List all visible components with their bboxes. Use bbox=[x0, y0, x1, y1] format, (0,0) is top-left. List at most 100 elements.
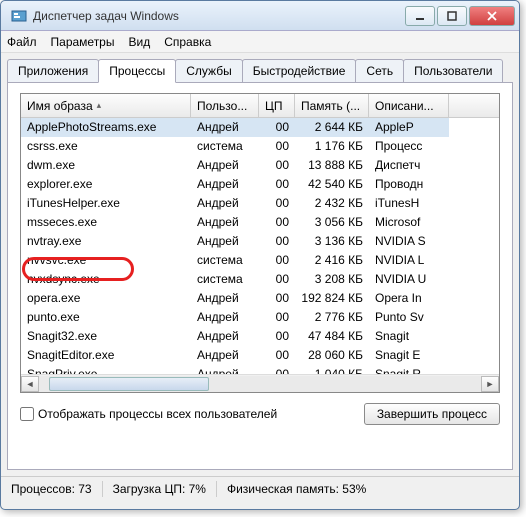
cell: 00 bbox=[259, 289, 295, 308]
window-title: Диспетчер задач Windows bbox=[33, 9, 403, 23]
tab-users[interactable]: Пользователи bbox=[403, 59, 503, 82]
table-row[interactable]: ApplePhotoStreams.exeАндрей002 644 КБApp… bbox=[21, 118, 499, 137]
cell: Андрей bbox=[191, 213, 259, 232]
table-row[interactable]: explorer.exeАндрей0042 540 КБПроводн bbox=[21, 175, 499, 194]
cell: Андрей bbox=[191, 156, 259, 175]
cell: iTunesH bbox=[369, 194, 449, 213]
table-row[interactable]: nvvsvc.exeсистема002 416 КБNVIDIA L bbox=[21, 251, 499, 270]
cell: Андрей bbox=[191, 346, 259, 365]
app-icon bbox=[11, 8, 27, 24]
cell: opera.exe bbox=[21, 289, 191, 308]
tab-performance[interactable]: Быстродействие bbox=[242, 59, 357, 82]
cell: 42 540 КБ bbox=[295, 175, 369, 194]
cell: 00 bbox=[259, 365, 295, 374]
table-row[interactable]: Snagit32.exeАндрей0047 484 КБSnagit bbox=[21, 327, 499, 346]
processes-panel: Имя образа▴ Пользо... ЦП Память (... Опи… bbox=[7, 82, 513, 470]
cell: 1 040 КБ bbox=[295, 365, 369, 374]
window-buttons bbox=[403, 6, 515, 26]
panel-footer: Отображать процессы всех пользователей З… bbox=[20, 403, 500, 425]
process-list: Имя образа▴ Пользо... ЦП Память (... Опи… bbox=[20, 93, 500, 393]
col-user[interactable]: Пользо... bbox=[191, 94, 259, 117]
cell: NVIDIA S bbox=[369, 232, 449, 251]
table-row[interactable]: dwm.exeАндрей0013 888 КБДиспетч bbox=[21, 156, 499, 175]
cell: 00 bbox=[259, 137, 295, 156]
cell: система bbox=[191, 137, 259, 156]
list-header: Имя образа▴ Пользо... ЦП Память (... Опи… bbox=[21, 94, 499, 118]
status-processes: Процессов: 73 bbox=[11, 482, 92, 496]
cell: 2 432 КБ bbox=[295, 194, 369, 213]
menu-file[interactable]: Файл bbox=[7, 35, 37, 49]
cell: 47 484 КБ bbox=[295, 327, 369, 346]
col-memory[interactable]: Память (... bbox=[295, 94, 369, 117]
col-cpu[interactable]: ЦП bbox=[259, 94, 295, 117]
sort-asc-icon: ▴ bbox=[97, 100, 102, 111]
separator bbox=[102, 481, 103, 497]
col-image-name[interactable]: Имя образа▴ bbox=[21, 94, 191, 117]
list-body[interactable]: ApplePhotoStreams.exeАндрей002 644 КБApp… bbox=[21, 118, 499, 374]
tab-processes[interactable]: Процессы bbox=[98, 59, 176, 83]
cell: Андрей bbox=[191, 327, 259, 346]
cell: 1 176 КБ bbox=[295, 137, 369, 156]
cell: Snagit R bbox=[369, 365, 449, 374]
maximize-button[interactable] bbox=[437, 6, 467, 26]
cell: 28 060 КБ bbox=[295, 346, 369, 365]
cell: nvvsvc.exe bbox=[21, 251, 191, 270]
cell: 00 bbox=[259, 213, 295, 232]
cell: Проводн bbox=[369, 175, 449, 194]
tab-network[interactable]: Сеть bbox=[355, 59, 404, 82]
scroll-track[interactable] bbox=[39, 376, 481, 392]
titlebar[interactable]: Диспетчер задач Windows bbox=[1, 1, 519, 31]
status-cpu: Загрузка ЦП: 7% bbox=[113, 482, 206, 496]
menu-help[interactable]: Справка bbox=[164, 35, 211, 49]
tab-strip: Приложения Процессы Службы Быстродействи… bbox=[7, 59, 513, 82]
table-row[interactable]: opera.exeАндрей00192 824 КБOpera In bbox=[21, 289, 499, 308]
cell: ApplePhotoStreams.exe bbox=[21, 118, 191, 137]
cell: Андрей bbox=[191, 194, 259, 213]
cell: Андрей bbox=[191, 365, 259, 374]
table-row[interactable]: SnagitEditor.exeАндрей0028 060 КБSnagit … bbox=[21, 346, 499, 365]
table-row[interactable]: punto.exeАндрей002 776 КБPunto Sv bbox=[21, 308, 499, 327]
cell: 00 bbox=[259, 118, 295, 137]
cell: Диспетч bbox=[369, 156, 449, 175]
cell: NVIDIA U bbox=[369, 270, 449, 289]
cell: Процесс bbox=[369, 137, 449, 156]
col-description[interactable]: Описани... bbox=[369, 94, 449, 117]
cell: AppleP bbox=[369, 118, 449, 137]
minimize-button[interactable] bbox=[405, 6, 435, 26]
horizontal-scrollbar[interactable]: ◄ ► bbox=[21, 374, 499, 392]
separator bbox=[216, 481, 217, 497]
menu-view[interactable]: Вид bbox=[128, 35, 150, 49]
cell: Андрей bbox=[191, 308, 259, 327]
table-row[interactable]: iTunesHelper.exeАндрей002 432 КБiTunesH bbox=[21, 194, 499, 213]
cell: 192 824 КБ bbox=[295, 289, 369, 308]
cell: nvtray.exe bbox=[21, 232, 191, 251]
scroll-right-icon[interactable]: ► bbox=[481, 376, 499, 392]
cell: Андрей bbox=[191, 175, 259, 194]
cell: 00 bbox=[259, 270, 295, 289]
cell: 00 bbox=[259, 156, 295, 175]
cell: punto.exe bbox=[21, 308, 191, 327]
cell: 2 776 КБ bbox=[295, 308, 369, 327]
end-process-button[interactable]: Завершить процесс bbox=[364, 403, 500, 425]
scroll-left-icon[interactable]: ◄ bbox=[21, 376, 39, 392]
show-all-users-checkbox[interactable]: Отображать процессы всех пользователей bbox=[20, 407, 277, 421]
show-all-users-input[interactable] bbox=[20, 407, 34, 421]
table-row[interactable]: SnagPriv.exeАндрей001 040 КБSnagit R bbox=[21, 365, 499, 374]
status-memory: Физическая память: 53% bbox=[227, 482, 366, 496]
cell: 3 056 КБ bbox=[295, 213, 369, 232]
cell: Андрей bbox=[191, 289, 259, 308]
table-row[interactable]: csrss.exeсистема001 176 КБПроцесс bbox=[21, 137, 499, 156]
table-row[interactable]: nvtray.exeАндрей003 136 КБNVIDIA S bbox=[21, 232, 499, 251]
menu-options[interactable]: Параметры bbox=[51, 35, 115, 49]
tab-applications[interactable]: Приложения bbox=[7, 59, 99, 82]
cell: 00 bbox=[259, 327, 295, 346]
cell: msseces.exe bbox=[21, 213, 191, 232]
status-bar: Процессов: 73 Загрузка ЦП: 7% Физическая… bbox=[1, 476, 519, 500]
table-row[interactable]: msseces.exeАндрей003 056 КБMicrosof bbox=[21, 213, 499, 232]
close-button[interactable] bbox=[469, 6, 515, 26]
table-row[interactable]: nvxdsync.exeсистема003 208 КБNVIDIA U bbox=[21, 270, 499, 289]
cell: Snagit bbox=[369, 327, 449, 346]
tab-services[interactable]: Службы bbox=[175, 59, 242, 82]
cell: Андрей bbox=[191, 232, 259, 251]
scroll-thumb[interactable] bbox=[49, 377, 209, 391]
